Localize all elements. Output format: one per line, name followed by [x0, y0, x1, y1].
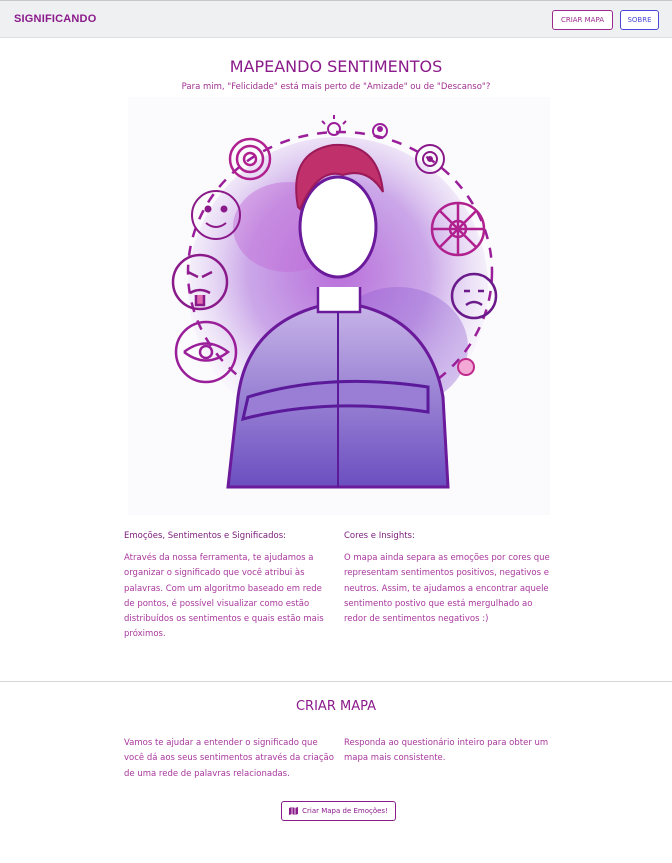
criar-right-text: Responda ao questionário inteiro para ob… — [344, 738, 549, 764]
navbar: SIGNIFICANDO CRIAR MAPA SOBRE — [0, 0, 672, 38]
wheel-icon — [430, 201, 486, 257]
criar-mapa-button-label: Criar Mapa de Emoções! — [302, 807, 388, 815]
section-divider — [0, 681, 672, 682]
cores-heading: Cores e Insights: — [344, 531, 415, 541]
criar-left-text: Vamos te ajudar a entender o significado… — [124, 738, 334, 779]
pin-icon — [457, 358, 475, 376]
hero-title: MAPEANDO SENTIMENTOS — [229, 57, 443, 76]
criar-mapa-title: CRIAR MAPA — [295, 699, 376, 714]
hero-subtitle: Para mim, "Felicidade" está mais perto d… — [181, 82, 491, 92]
hero-illustration — [128, 97, 550, 515]
criar-mapa-button[interactable]: Criar Mapa de Emoções! — [281, 801, 396, 821]
map-icon — [289, 807, 299, 815]
criar-mapa-nav-button[interactable]: CRIAR MAPA — [552, 10, 613, 30]
emocoes-heading: Emoções, Sentimentos e Significados: — [124, 531, 287, 541]
sobre-nav-button[interactable]: SOBRE — [620, 10, 659, 30]
emocoes-text: Através da nossa ferramenta, te ajudamos… — [124, 553, 324, 640]
brand-logo[interactable]: SIGNIFICANDO — [14, 13, 96, 25]
cores-text: O mapa ainda separa as emoções por cores… — [344, 553, 550, 625]
